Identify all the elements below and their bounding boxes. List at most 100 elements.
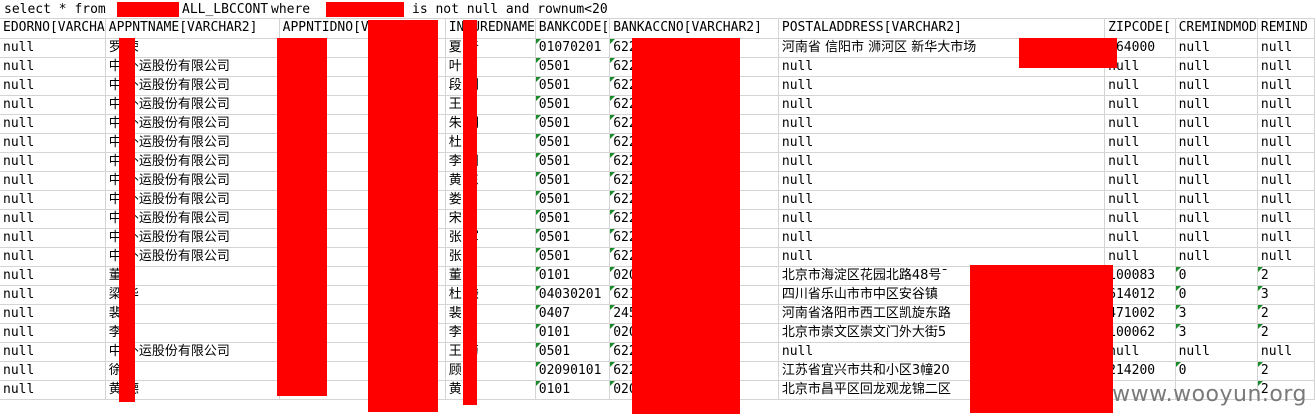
table-cell[interactable]: 中 外运股份有限公司 [105,171,280,191]
table-cell[interactable]: 北京市昌平区回龙观龙锦二区 [778,380,1106,400]
table-cell[interactable]: 614012 [1104,285,1176,305]
table-cell[interactable]: null [778,133,1106,153]
table-cell[interactable]: 0501 [535,247,611,267]
table-cell[interactable]: 6225 [609,152,779,172]
column-header[interactable]: REMIND [1257,19,1315,39]
table-cell[interactable]: 100062 [1104,323,1176,343]
table-cell[interactable]: null [1257,114,1315,134]
table-cell[interactable]: 河南省洛阳市西工区凯旋东路 [778,304,1106,324]
table-cell[interactable]: 3 [1257,285,1315,305]
table-cell[interactable]: null [1257,228,1315,248]
table-cell[interactable]: 6225 [609,76,779,96]
table-cell[interactable]: null [778,114,1106,134]
table-cell[interactable]: null [0,57,106,77]
table-cell[interactable]: 北京市崇文区崇文门外大街5 [778,323,1106,343]
table-cell[interactable]: null [0,266,106,286]
table-cell[interactable]: 6225 [609,209,779,229]
column-header[interactable]: ZIPCODE[ [1104,19,1176,39]
table-cell[interactable]: null [1257,38,1315,58]
table-cell[interactable]: 0501 [535,342,611,362]
table-cell[interactable]: null [1175,209,1258,229]
table-cell[interactable]: null [778,171,1106,191]
table-cell[interactable]: null [0,380,106,400]
table-cell[interactable]: 中 外运股份有限公司 [105,133,280,153]
table-cell[interactable]: 6225 [609,57,779,77]
table-cell[interactable]: 中 外运股份有限公司 [105,76,280,96]
table-cell[interactable]: 四川省乐山市市中区安谷镇 [778,285,1106,305]
table-cell[interactable]: 6217 281 [609,285,779,305]
table-cell[interactable]: 2 [1257,361,1315,381]
table-cell[interactable]: 6225 [609,228,779,248]
table-cell[interactable]: null [1175,247,1258,267]
table-cell[interactable]: 北京市海淀区花园北路48号ˉ [778,266,1106,286]
table-cell[interactable]: null [1104,152,1176,172]
table-cell[interactable]: 0501 [535,133,611,153]
table-cell[interactable]: 0101 [535,380,611,400]
table-cell[interactable]: 04030201 [535,285,611,305]
table-cell[interactable]: null [1175,342,1258,362]
table-cell[interactable]: null [1257,247,1315,267]
table-cell[interactable]: null [0,209,106,229]
table-cell[interactable]: 19700 [279,380,446,400]
table-cell[interactable]: 6225 [609,114,779,134]
table-cell[interactable]: null [0,285,106,305]
table-cell[interactable]: null [1175,95,1258,115]
table-cell[interactable]: null [0,95,106,115]
table-cell[interactable]: 顾 [445,361,536,381]
table-cell[interactable]: null [1104,228,1176,248]
table-cell[interactable]: 0501 [535,114,611,134]
table-cell[interactable] [279,209,446,229]
table-cell[interactable]: null [1175,38,1258,58]
table-cell[interactable]: 娄 [445,190,536,210]
table-cell[interactable]: 中 外运股份有限公司 [105,209,280,229]
table-cell[interactable]: 0501 [535,152,611,172]
table-cell[interactable]: 6225 [609,171,779,191]
table-cell[interactable]: 01070201 [535,38,611,58]
table-cell[interactable]: null [0,190,106,210]
table-cell[interactable]: 中 外运股份有限公司 [105,114,280,134]
table-cell[interactable]: null [1175,114,1258,134]
table-cell[interactable]: null [778,76,1106,96]
table-cell[interactable]: 214200 [1104,361,1176,381]
table-cell[interactable]: 0407 [535,304,611,324]
table-cell[interactable]: null [778,228,1106,248]
table-cell[interactable]: 中 外运股份有限公司 [105,228,280,248]
table-cell[interactable]: 李 [445,323,536,343]
column-header[interactable]: POSTALADDRESS[VARCHAR2] [778,19,1106,39]
table-cell[interactable]: 董 [445,266,536,286]
table-cell[interactable]: 裴 [105,304,280,324]
table-cell[interactable]: 6222 905 [609,38,779,58]
table-cell[interactable]: 罗 荣 [105,38,280,58]
table-cell[interactable]: null [1257,209,1315,229]
table-cell[interactable]: null [778,95,1106,115]
table-cell[interactable]: 宋 [445,209,536,229]
table-cell[interactable]: 6225 [609,190,779,210]
table-cell[interactable]: null [1175,190,1258,210]
table-cell[interactable]: 0501 [535,95,611,115]
table-cell[interactable]: 19690 [279,38,446,58]
table-cell[interactable]: null [0,152,106,172]
table-cell[interactable]: null [0,133,106,153]
table-cell[interactable]: null [778,57,1106,77]
table-cell[interactable]: null [0,171,106,191]
table-cell[interactable]: null [1257,171,1315,191]
table-cell[interactable]: null [1104,76,1176,96]
table-cell[interactable]: 2 [1257,266,1315,286]
table-cell[interactable]: 段 刚 [445,76,536,96]
table-cell[interactable]: 0501 [535,190,611,210]
table-cell[interactable]: null [0,228,106,248]
table-cell[interactable]: null [1175,133,1258,153]
table-cell[interactable]: 张 [445,247,536,267]
table-cell[interactable]: null [0,114,106,134]
table-cell[interactable]: 中 外运股份有限公司 [105,95,280,115]
table-cell[interactable]: null [0,323,106,343]
table-cell[interactable]: null [778,342,1106,362]
table-cell[interactable]: 中 外运股份有限公司 [105,247,280,267]
table-cell[interactable]: null [1257,342,1315,362]
table-cell[interactable] [279,95,446,115]
table-cell[interactable]: 02090101 [535,361,611,381]
table-cell[interactable]: null [1104,133,1176,153]
table-cell[interactable]: null [1104,95,1176,115]
table-cell[interactable]: 江苏省宜兴市共和小区3幢20 [778,361,1106,381]
table-cell[interactable]: 0501 [535,228,611,248]
